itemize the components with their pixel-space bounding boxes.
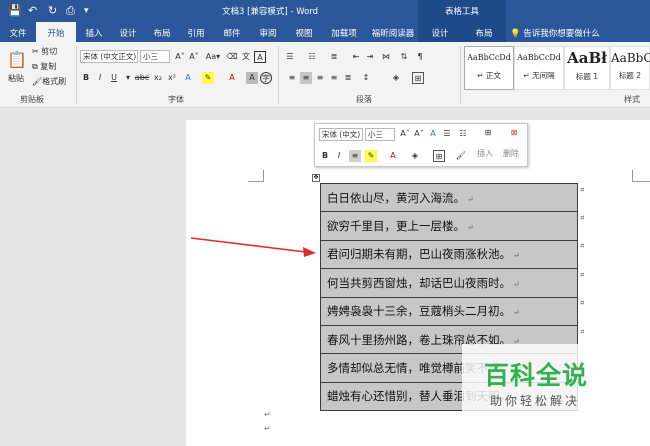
- watermark-title: 百科全说: [484, 361, 589, 390]
- watermark-subtitle: 助你轻松解决: [490, 394, 581, 408]
- arrow-shaft: [190, 237, 307, 253]
- watermark-logo: 百科全说 助你轻松解决: [462, 344, 650, 424]
- arrow-head: [303, 247, 316, 257]
